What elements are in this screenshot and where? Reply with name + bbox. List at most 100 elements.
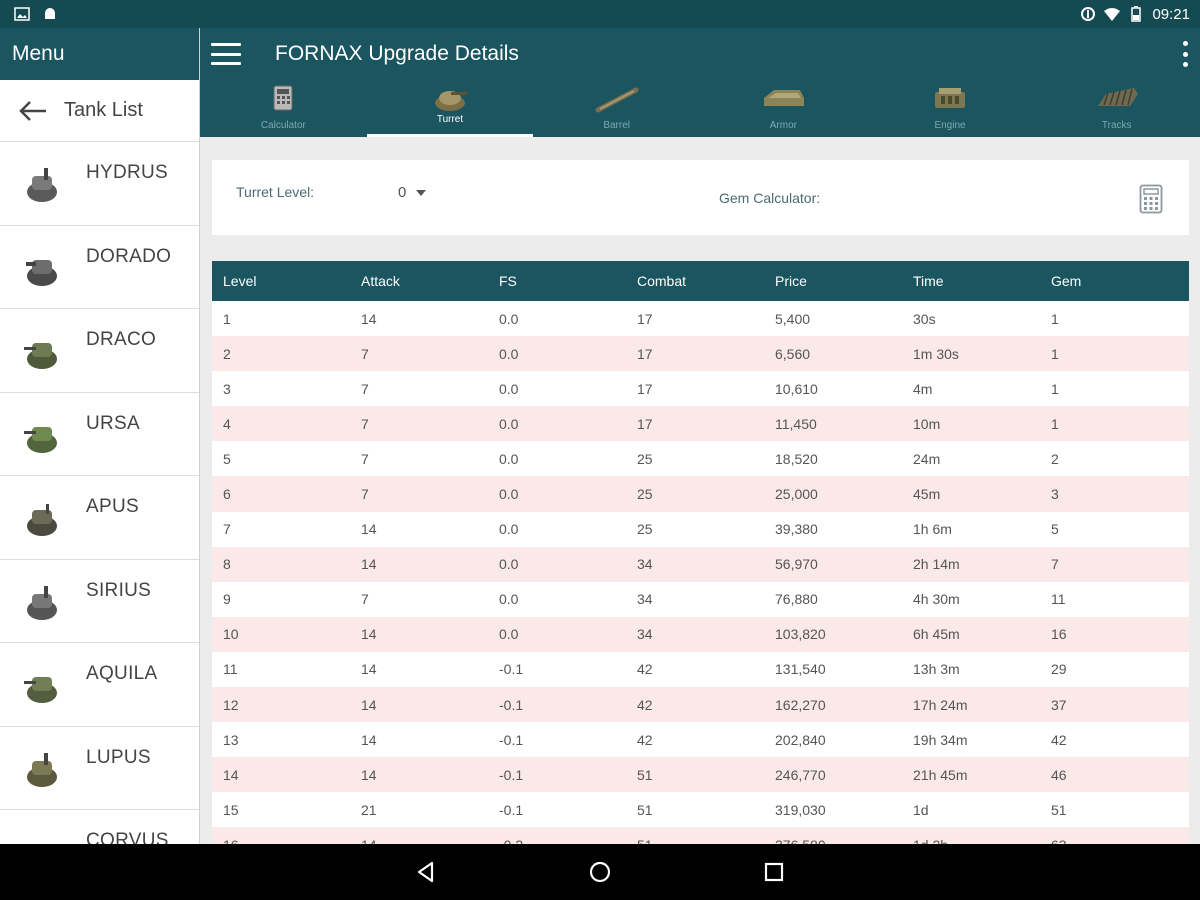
table-cell: -0.1 — [499, 696, 524, 713]
column-header-price: Price — [775, 273, 807, 289]
table-cell: 18,520 — [775, 450, 818, 467]
wifi-icon — [1104, 8, 1121, 21]
status-time: 09:21 — [1152, 5, 1190, 23]
table-cell: 17 — [637, 415, 653, 432]
table-cell: 51 — [637, 801, 653, 818]
recents-icon[interactable] — [762, 860, 786, 884]
table-cell: 12 — [223, 696, 239, 713]
table-cell: -0.1 — [499, 801, 524, 818]
table-cell: 25 — [637, 521, 653, 538]
tank-list-back-button[interactable]: Tank List — [0, 80, 199, 142]
table-row: 6 7 0.0 25 25,000 45m 3 — [212, 476, 1189, 512]
table-cell: 51 — [637, 766, 653, 783]
table-cell: 45m — [913, 486, 941, 503]
table-cell: 25 — [637, 486, 653, 503]
table-cell: 10,610 — [775, 380, 818, 397]
column-header-time: Time — [913, 273, 944, 289]
table-body: 1 14 0.0 17 5,400 30s 1 2 7 0.0 17 6,560 1m 30s 1 3 7 0.… — [212, 301, 1189, 863]
table-cell: 7 — [361, 345, 369, 362]
table-cell: 14 — [361, 661, 377, 678]
table-cell: 7 — [223, 521, 231, 538]
hamburger-menu-icon[interactable] — [211, 43, 241, 65]
tank-item-sirius[interactable]: SIRIUS — [0, 560, 199, 643]
table-cell: 3 — [1051, 486, 1059, 503]
tab-turret[interactable]: Turret — [366, 80, 534, 137]
tab-tracks[interactable]: Tracks — [1033, 80, 1200, 137]
column-header-attack: Attack — [361, 273, 400, 289]
table-cell: 34 — [637, 591, 653, 608]
calculator-icon[interactable] — [1139, 184, 1163, 214]
tank-name: DORADO — [86, 245, 172, 267]
table-cell: 1h 6m — [913, 521, 952, 538]
table-cell: 17 — [637, 345, 653, 362]
tank-name: LUPUS — [86, 746, 151, 768]
navigation-drawer: Menu Tank List HYDRUS DORADO DRACO URSA … — [0, 28, 200, 844]
tab-calculator[interactable]: Calculator — [200, 80, 367, 137]
tank-item-lupus[interactable]: LUPUS — [0, 727, 199, 810]
table-cell: 76,880 — [775, 591, 818, 608]
turret-level-dropdown[interactable]: 0 — [398, 184, 427, 201]
tank-thumbnail-icon — [27, 168, 57, 202]
tank-item-hydrus[interactable]: HYDRUS — [0, 142, 199, 226]
table-header-row: Level Attack FS Combat Price Time Gem — [212, 261, 1189, 301]
tank-thumbnail-icon — [27, 752, 57, 787]
table-cell: 10 — [223, 626, 239, 643]
table-cell: 42 — [637, 731, 653, 748]
android-notification-icon — [45, 8, 55, 19]
table-cell: 5 — [223, 450, 231, 467]
engine-icon — [935, 88, 966, 108]
tab-label: Tracks — [1101, 120, 1132, 131]
table-row: 3 7 0.0 17 10,610 4m 1 — [212, 371, 1189, 407]
table-cell: 4h 30m — [913, 591, 960, 608]
gem-calculator-label: Gem Calculator: — [719, 190, 821, 206]
table-cell: -0.1 — [499, 661, 524, 678]
table-cell: 1 — [1051, 380, 1059, 397]
table-cell: 25 — [637, 450, 653, 467]
table-cell: 202,840 — [775, 731, 826, 748]
tank-item-dorado[interactable]: DORADO — [0, 226, 199, 309]
table-cell: 6,560 — [775, 345, 811, 362]
arrow-left-icon — [19, 100, 46, 121]
column-header-combat: Combat — [637, 273, 687, 289]
table-cell: 46 — [1051, 766, 1067, 783]
table-cell: 19h 34m — [913, 731, 968, 748]
app-screen: 09:21 Menu Tank List HYDRUS DORADO DRACO… — [0, 0, 1200, 900]
table-cell: 0.0 — [499, 415, 519, 432]
tank-item-draco[interactable]: DRACO — [0, 309, 199, 393]
tab-label: Armor — [769, 120, 797, 131]
table-cell: 319,030 — [775, 801, 826, 818]
table-cell: 14 — [361, 626, 377, 643]
tab-barrel[interactable]: Barrel — [533, 80, 700, 137]
table-row: 5 7 0.0 25 18,520 24m 2 — [212, 441, 1189, 477]
tank-item-apus[interactable]: APUS — [0, 476, 199, 560]
table-cell: 246,770 — [775, 766, 826, 783]
table-cell: 39,380 — [775, 521, 818, 538]
status-bar: 09:21 — [0, 0, 1200, 28]
tank-item-aquila[interactable]: AQUILA — [0, 643, 199, 727]
table-cell: 7 — [361, 591, 369, 608]
table-row: 13 14 -0.1 42 202,840 19h 34m 42 — [212, 722, 1189, 758]
tank-item-corvus[interactable]: CORVUS — [0, 810, 199, 844]
table-cell: -0.1 — [499, 766, 524, 783]
table-cell: 3 — [223, 380, 231, 397]
table-cell: 9 — [223, 591, 231, 608]
dropdown-arrow-icon — [416, 189, 427, 196]
app-bar: FORNAX Upgrade Details — [200, 28, 1200, 80]
table-cell: 37 — [1051, 696, 1067, 713]
home-icon[interactable] — [588, 860, 612, 884]
table-cell: 1m 30s — [913, 345, 959, 362]
table-cell: 15 — [223, 801, 239, 818]
table-cell: 42 — [1051, 731, 1067, 748]
table-cell: 0.0 — [499, 626, 519, 643]
table-cell: 7 — [1051, 556, 1059, 573]
tank-thumbnail-icon — [24, 343, 57, 369]
tab-engine[interactable]: Engine — [867, 80, 1034, 137]
overflow-menu-icon[interactable] — [1180, 41, 1190, 67]
table-cell: 34 — [637, 626, 653, 643]
table-cell: 103,820 — [775, 626, 826, 643]
tank-item-ursa[interactable]: URSA — [0, 393, 199, 476]
tab-armor[interactable]: Armor — [700, 80, 867, 137]
table-cell: 21h 45m — [913, 766, 968, 783]
back-icon[interactable] — [414, 860, 438, 884]
table-cell: 1 — [223, 310, 231, 327]
